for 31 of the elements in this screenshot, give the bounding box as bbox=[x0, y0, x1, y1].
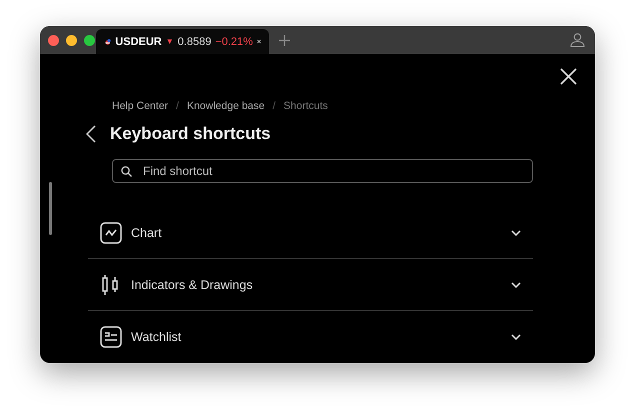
close-window-button[interactable] bbox=[48, 34, 59, 46]
breadcrumb-link[interactable]: Help Center bbox=[112, 100, 168, 112]
change-text: −0.21% bbox=[215, 36, 253, 48]
breadcrumb-link[interactable]: Knowledge base bbox=[186, 100, 265, 112]
page-title: Keyboard shortcuts bbox=[110, 124, 271, 144]
section-row[interactable]: Watchlist bbox=[88, 311, 533, 363]
search-icon bbox=[121, 166, 132, 176]
section-row[interactable]: Indicators & Drawings bbox=[88, 259, 533, 311]
breadcrumb-link[interactable]: Shortcuts bbox=[284, 100, 328, 112]
price-text: 0.8589 bbox=[178, 36, 212, 48]
close-icon[interactable] bbox=[256, 37, 261, 46]
scrollbar-thumb[interactable] bbox=[49, 182, 52, 235]
breadcrumb-separator: / bbox=[272, 100, 276, 112]
section-label: Watchlist bbox=[131, 330, 182, 344]
direction-arrow: ▼ bbox=[166, 37, 174, 46]
user-icon[interactable] bbox=[570, 32, 585, 47]
new-tab-icon[interactable] bbox=[279, 35, 290, 46]
search-field[interactable]: Find shortcut bbox=[112, 159, 533, 183]
zoom-window-button[interactable] bbox=[84, 34, 95, 46]
chart-icon bbox=[100, 222, 122, 244]
back-icon[interactable] bbox=[86, 125, 96, 143]
section-label: Indicators & Drawings bbox=[131, 278, 254, 292]
section-label: Chart bbox=[131, 226, 163, 240]
close-icon[interactable] bbox=[560, 68, 577, 85]
search-input[interactable]: Find shortcut bbox=[141, 163, 524, 179]
browser-tab[interactable]: USDEUR ▼ 0.8589 −0.21% bbox=[96, 29, 269, 54]
breadcrumb-separator: / bbox=[176, 100, 179, 112]
minimize-window-button[interactable] bbox=[66, 34, 77, 46]
symbol-text: USDEUR bbox=[115, 36, 162, 48]
list-icon bbox=[100, 326, 122, 348]
section-row[interactable]: Chart bbox=[88, 207, 533, 259]
